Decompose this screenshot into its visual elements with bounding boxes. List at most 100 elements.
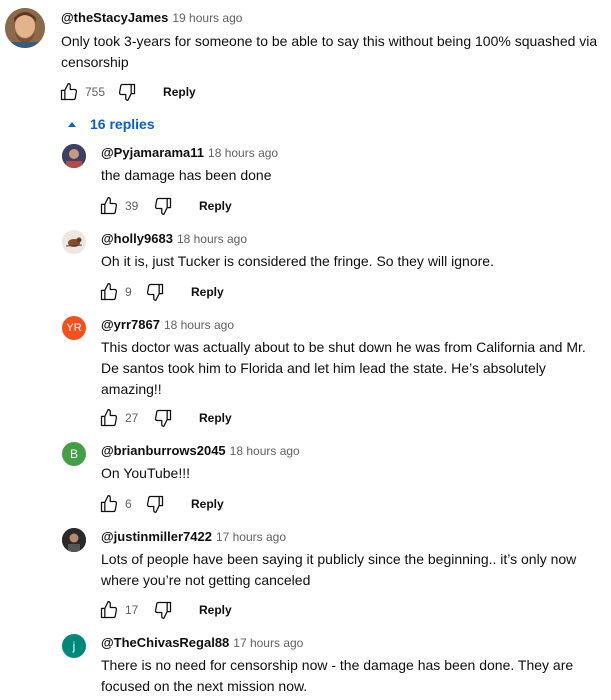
avatar[interactable]: j xyxy=(62,634,86,658)
timestamp[interactable]: 18 hours ago xyxy=(164,318,234,332)
like-count: 755 xyxy=(85,85,106,99)
thumbs-up-icon xyxy=(100,495,118,513)
comment-actions: 6 Reply xyxy=(97,492,224,516)
comment-actions: 755 Reply xyxy=(57,80,196,104)
thumbs-down-icon xyxy=(154,601,172,619)
comment-line: This doctor was actually about to be shu… xyxy=(101,339,586,355)
author-handle[interactable]: @TheChivasRegal88 xyxy=(101,635,229,650)
comment-line: where you’re not getting canceled xyxy=(101,572,311,588)
like-button[interactable] xyxy=(97,406,121,430)
comment-line: focused on the next mission now. xyxy=(101,678,308,694)
comment-line: Lots of people have been saying it publi… xyxy=(101,551,577,567)
comment-header: @Pyjamarama11 18 hours ago xyxy=(101,144,278,162)
avatar[interactable] xyxy=(5,8,45,48)
reply-button[interactable]: Reply xyxy=(191,285,224,299)
caret-up-icon xyxy=(68,121,76,127)
reply-button[interactable]: Reply xyxy=(199,411,232,425)
comment-line: On YouTube!!! xyxy=(101,465,190,481)
author-handle[interactable]: @brianburrows2045 xyxy=(101,443,226,458)
comment-header: @justinmiller7422 17 hours ago xyxy=(101,528,286,546)
reply-button[interactable]: Reply xyxy=(191,497,224,511)
like-count: 27 xyxy=(125,411,139,425)
avatar[interactable] xyxy=(62,528,86,552)
comment-text: Oh it is, just Tucker is considered the … xyxy=(101,251,601,272)
replies-toggle[interactable]: 16 replies xyxy=(68,116,155,132)
avatar-initials: j xyxy=(62,634,86,658)
like-count: 17 xyxy=(125,603,139,617)
like-count: 6 xyxy=(125,497,132,511)
comment-header: @theStacyJames 19 hours ago xyxy=(61,9,242,27)
like-button[interactable] xyxy=(97,280,121,304)
like-button[interactable] xyxy=(97,598,121,622)
avatar[interactable] xyxy=(62,144,86,168)
thumbs-up-icon xyxy=(100,197,118,215)
avatar[interactable] xyxy=(62,230,86,254)
comment-text: This doctor was actually about to be shu… xyxy=(101,337,606,400)
like-button[interactable] xyxy=(57,80,81,104)
timestamp[interactable]: 18 hours ago xyxy=(208,146,278,160)
timestamp[interactable]: 18 hours ago xyxy=(177,232,247,246)
comment-actions: 27 Reply xyxy=(97,406,232,430)
dislike-button[interactable] xyxy=(115,80,139,104)
author-handle[interactable]: @holly9683 xyxy=(101,231,173,246)
thumbs-up-icon xyxy=(60,83,78,101)
thumbs-down-icon xyxy=(146,495,164,513)
timestamp[interactable]: 18 hours ago xyxy=(230,444,300,458)
thumbs-down-icon xyxy=(154,409,172,427)
avatar[interactable]: B xyxy=(62,442,86,466)
comment-line: De santos took him to Florida and let hi… xyxy=(101,360,546,376)
thumbs-down-icon xyxy=(118,83,136,101)
comment-header: @TheChivasRegal88 17 hours ago xyxy=(101,634,303,652)
avatar-initials: B xyxy=(62,442,86,466)
author-handle[interactable]: @theStacyJames xyxy=(61,10,168,25)
author-handle[interactable]: @Pyjamarama11 xyxy=(101,145,204,160)
like-count: 39 xyxy=(125,199,139,213)
thumbs-down-icon xyxy=(146,283,164,301)
comment-line: There is no need for censorship now - th… xyxy=(101,657,574,673)
comment-text: Only took 3-years for someone to be able… xyxy=(61,31,609,73)
thumbs-up-icon xyxy=(100,601,118,619)
comment-text: the damage has been done xyxy=(101,165,601,186)
comment-text: Lots of people have been saying it publi… xyxy=(101,549,606,591)
comment-line: Oh it is, just Tucker is considered the … xyxy=(101,253,494,269)
comment-header: @yrr7867 18 hours ago xyxy=(101,316,234,334)
author-handle[interactable]: @justinmiller7422 xyxy=(101,529,212,544)
thumbs-up-icon xyxy=(100,283,118,301)
reply-button[interactable]: Reply xyxy=(163,85,196,99)
dislike-button[interactable] xyxy=(151,406,175,430)
like-button[interactable] xyxy=(97,492,121,516)
reply-button[interactable]: Reply xyxy=(199,603,232,617)
author-handle[interactable]: @yrr7867 xyxy=(101,317,160,332)
thumbs-up-icon xyxy=(100,409,118,427)
comment-actions: 39 Reply xyxy=(97,194,232,218)
comment-line: censorship xyxy=(61,54,129,70)
thumbs-down-icon xyxy=(154,197,172,215)
reply-button[interactable]: Reply xyxy=(199,199,232,213)
avatar[interactable]: YR xyxy=(62,316,86,340)
comment-actions: 9 Reply xyxy=(97,280,224,304)
timestamp[interactable]: 17 hours ago xyxy=(216,530,286,544)
timestamp[interactable]: 19 hours ago xyxy=(172,11,242,25)
like-button[interactable] xyxy=(97,194,121,218)
profile-photo-icon xyxy=(62,230,86,254)
comment-text: On YouTube!!! xyxy=(101,463,601,484)
comment-text: There is no need for censorship now - th… xyxy=(101,655,606,697)
comment-line: amazing!! xyxy=(101,381,162,397)
like-count: 9 xyxy=(125,285,132,299)
timestamp[interactable]: 17 hours ago xyxy=(233,636,303,650)
profile-photo-icon xyxy=(62,528,86,552)
replies-count-label: 16 replies xyxy=(90,116,155,132)
dislike-button[interactable] xyxy=(151,598,175,622)
profile-photo-icon xyxy=(62,144,86,168)
comment-header: @brianburrows2045 18 hours ago xyxy=(101,442,300,460)
profile-photo-icon xyxy=(5,8,45,48)
avatar-initials: YR xyxy=(62,316,86,340)
dislike-button[interactable] xyxy=(143,492,167,516)
dislike-button[interactable] xyxy=(151,194,175,218)
comment-actions: 17 Reply xyxy=(97,598,232,622)
comment-line: the damage has been done xyxy=(101,167,272,183)
comment-line: Only took 3-years for someone to be able… xyxy=(61,33,598,49)
comments-thread: @theStacyJames 19 hours ago Only took 3-y… xyxy=(0,0,611,700)
dislike-button[interactable] xyxy=(143,280,167,304)
comment-header: @holly9683 18 hours ago xyxy=(101,230,247,248)
